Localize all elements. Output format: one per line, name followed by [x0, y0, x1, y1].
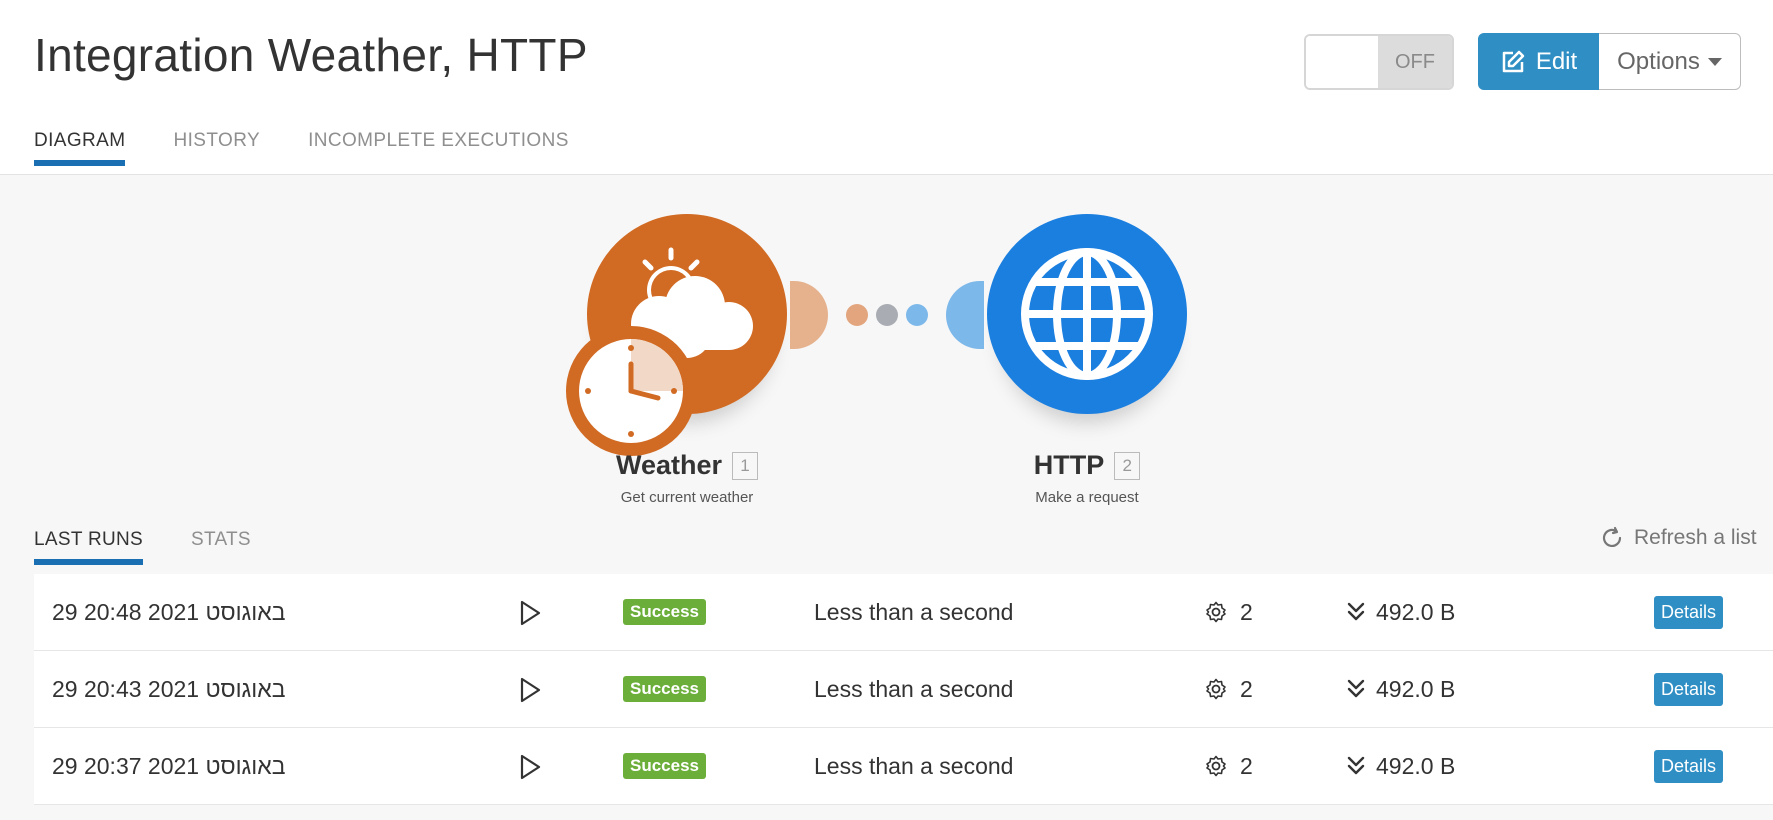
details-button[interactable]: Details: [1654, 749, 1724, 783]
run-date: 29 20:37 2021 באוגוסט: [52, 752, 286, 779]
module-number: 2: [1114, 451, 1141, 480]
tab-incomplete-executions[interactable]: INCOMPLETE EXECUTIONS: [308, 130, 569, 166]
clock-icon: [566, 326, 696, 456]
edit-icon: [1502, 50, 1525, 72]
details-button[interactable]: Details: [1654, 595, 1724, 629]
play-icon[interactable]: [514, 752, 544, 782]
weather-module-label: Weather 1 Get current weather: [557, 450, 817, 506]
run-operations: 2: [1204, 599, 1253, 626]
gear-icon: [1206, 678, 1226, 700]
main-tabs: DIAGRAM HISTORY INCOMPLETE EXECUTIONS: [34, 130, 569, 166]
gear-icon: [1206, 755, 1226, 777]
weather-output-connector[interactable]: [790, 281, 828, 349]
run-duration: Less than a second: [814, 752, 1014, 779]
run-date: 29 20:43 2021 באוגוסט: [52, 675, 286, 702]
tab-diagram[interactable]: DIAGRAM: [34, 130, 126, 166]
double-chevron-down-icon: [1347, 602, 1365, 621]
route-dot: [846, 304, 868, 326]
details-button[interactable]: Details: [1654, 672, 1724, 706]
tab-history[interactable]: HISTORY: [173, 130, 260, 166]
refresh-icon: [1602, 526, 1622, 547]
refresh-list-button[interactable]: Refresh a list: [1600, 526, 1757, 550]
double-chevron-down-icon: [1347, 756, 1365, 775]
edit-button[interactable]: Edit: [1478, 33, 1599, 90]
run-duration: Less than a second: [814, 675, 1014, 702]
options-label: Options: [1617, 47, 1700, 75]
transfer-size: 492.0 B: [1376, 598, 1456, 625]
run-operations: 2: [1204, 676, 1253, 703]
run-row: 29 20:48 2021 באוגוסט Success Less than …: [34, 574, 1773, 651]
run-operations: 2: [1204, 753, 1253, 780]
run-row: 29 20:37 2021 באוגוסט Success Less than …: [34, 728, 1773, 805]
globe-icon: [1021, 248, 1153, 380]
status-badge: Success: [623, 753, 706, 779]
http-module[interactable]: [987, 214, 1187, 414]
operations-count: 2: [1240, 675, 1253, 702]
transfer-size: 492.0 B: [1376, 675, 1456, 702]
play-icon[interactable]: [514, 598, 544, 628]
gear-icon: [1206, 601, 1226, 623]
route-dot: [906, 304, 928, 326]
tab-stats[interactable]: STATS: [191, 529, 251, 565]
run-date: 29 20:48 2021 באוגוסט: [52, 598, 286, 625]
scenario-toggle[interactable]: OFF: [1304, 34, 1454, 90]
module-description: Make a request: [1035, 489, 1139, 506]
edit-button-label: Edit: [1535, 47, 1578, 75]
double-chevron-down-icon: [1347, 679, 1365, 698]
module-number: 1: [732, 451, 759, 480]
operations-count: 2: [1240, 752, 1253, 779]
run-size: 492.0 B: [1346, 599, 1455, 626]
status-badge: Success: [623, 676, 706, 702]
tab-last-runs[interactable]: LAST RUNS: [34, 529, 143, 565]
options-dropdown[interactable]: Options: [1599, 33, 1741, 90]
transfer-size: 492.0 B: [1376, 752, 1456, 779]
play-icon[interactable]: [514, 675, 544, 705]
header-bar: Integration Weather, HTTP OFF Edit Optio…: [0, 0, 1773, 175]
http-input-connector[interactable]: [946, 281, 984, 349]
runs-list: 29 20:48 2021 באוגוסט Success Less than …: [34, 574, 1773, 805]
http-module-label: HTTP 2 Make a request: [957, 450, 1217, 506]
refresh-label: Refresh a list: [1634, 526, 1757, 549]
run-row: 29 20:43 2021 באוגוסט Success Less than …: [34, 651, 1773, 728]
module-description: Get current weather: [620, 489, 754, 506]
operations-count: 2: [1240, 598, 1253, 625]
run-size: 492.0 B: [1346, 753, 1455, 780]
caret-down-icon: [1707, 57, 1722, 66]
module-name: Weather: [615, 450, 723, 480]
runs-tabs: LAST RUNS STATS: [34, 529, 251, 565]
toggle-knob[interactable]: [1306, 36, 1378, 88]
page-title: Integration Weather, HTTP: [34, 29, 588, 81]
toggle-state-label: OFF: [1378, 36, 1452, 88]
module-name: HTTP: [1033, 450, 1105, 480]
route-dot: [876, 304, 898, 326]
run-size: 492.0 B: [1346, 676, 1455, 703]
run-duration: Less than a second: [814, 598, 1014, 625]
status-badge: Success: [623, 599, 706, 625]
